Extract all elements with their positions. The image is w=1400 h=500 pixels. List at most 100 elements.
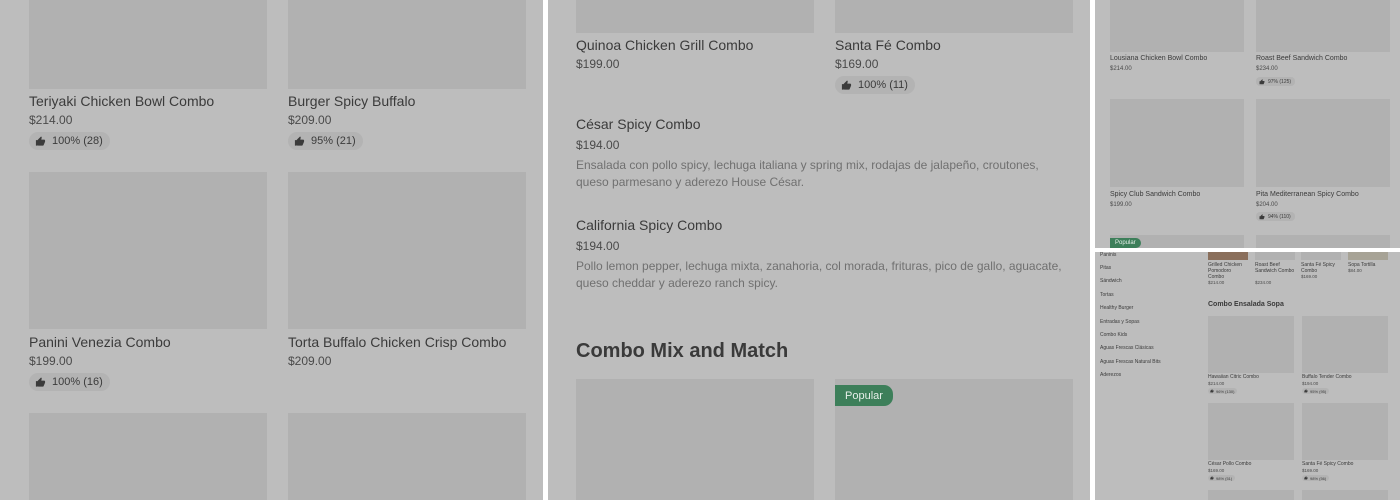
item-image[interactable]: [288, 0, 526, 89]
thumbs-up-icon: [1210, 476, 1214, 480]
item-price: $209.00: [288, 113, 332, 127]
menu-panel-1: Teriyaki Chicken Bowl Combo $214.00 100%…: [0, 0, 543, 500]
rating-badge: 97% (125): [1256, 77, 1296, 86]
item-image[interactable]: [1110, 99, 1244, 187]
item-image[interactable]: [1302, 403, 1388, 460]
item-description: Pollo lemon pepper, lechuga mixta, zanah…: [576, 259, 1062, 290]
item-image[interactable]: [576, 379, 814, 500]
category-link[interactable]: Aderezos: [1100, 372, 1121, 378]
item-name[interactable]: Spicy Club Sandwich Combo: [1110, 191, 1200, 198]
rating-badge: 94% (110): [1256, 212, 1295, 221]
item-image[interactable]: [288, 172, 526, 329]
item-name[interactable]: Lousiana Chicken Bowl Combo: [1110, 55, 1207, 62]
rating-badge: 95% (95): [1302, 388, 1330, 394]
menu-panel-3: Lousiana Chicken Bowl Combo $214.00 Roas…: [1095, 0, 1400, 248]
thumbs-up-icon: [1304, 476, 1308, 480]
item-name[interactable]: Hawaiian Citric Combo: [1208, 374, 1259, 380]
item-name[interactable]: Buffalo Tender Combo: [1302, 374, 1352, 380]
rating-badge: 98% (56): [1302, 475, 1330, 481]
rating-text: 94% (110): [1268, 213, 1291, 220]
thumbs-up-icon: [1259, 214, 1265, 220]
item-name[interactable]: Santa Fé Combo: [835, 37, 941, 53]
item-image[interactable]: [576, 0, 814, 33]
rating-text: 100% (16): [52, 376, 103, 388]
item-name[interactable]: César Pollo Combo: [1208, 461, 1251, 467]
item-image[interactable]: [1256, 0, 1390, 52]
thumbs-up-icon: [1210, 389, 1214, 393]
item-image[interactable]: [1302, 316, 1388, 373]
rating-badge: 100% (16): [29, 373, 110, 391]
menu-panel-2: Quinoa Chicken Grill Combo $199.00 Santa…: [548, 0, 1090, 500]
item-image[interactable]: [1208, 490, 1294, 500]
rating-badge: 100% (11): [835, 76, 915, 94]
thumbs-up-icon: [294, 136, 305, 147]
category-link[interactable]: Aguas Frescas Natural Bits: [1100, 359, 1161, 365]
item-image[interactable]: [835, 0, 1073, 33]
item-price: $204.00: [1256, 202, 1278, 208]
item-price: $234.00: [1255, 280, 1272, 285]
menu-panel-4: Paninis Pitas Sándwich Tortas Healthy Bu…: [1095, 252, 1400, 500]
item-image[interactable]: [1208, 403, 1294, 460]
item-price: $214.00: [1208, 381, 1225, 386]
item-image[interactable]: [1110, 0, 1244, 52]
item-price: $194.00: [1302, 381, 1319, 386]
popular-badge: Popular: [835, 385, 893, 406]
item-image[interactable]: [1255, 252, 1295, 260]
category-link[interactable]: Pitas: [1100, 265, 1111, 271]
item-price: $194.00: [576, 239, 620, 253]
item-name[interactable]: César Spicy Combo: [576, 116, 701, 132]
item-price: $209.00: [288, 354, 332, 368]
rating-text: 95% (21): [311, 135, 356, 147]
thumbs-up-icon: [841, 80, 852, 91]
item-image[interactable]: [29, 413, 267, 500]
item-price: $84.00: [1348, 268, 1362, 273]
thumbs-up-icon: [1259, 79, 1265, 85]
item-price: $199.00: [29, 354, 73, 368]
item-image[interactable]: [1256, 99, 1390, 187]
rating-text: 96% (130): [1216, 388, 1235, 394]
item-image[interactable]: [29, 0, 267, 89]
item-image[interactable]: [1208, 316, 1294, 373]
item-price: $214.00: [1208, 280, 1225, 285]
item-name[interactable]: Grilled Chicken Pomodoro Combo: [1208, 262, 1248, 280]
item-price: $214.00: [29, 113, 73, 127]
item-name[interactable]: Teriyaki Chicken Bowl Combo: [29, 93, 214, 109]
item-image[interactable]: [1301, 252, 1341, 260]
item-name[interactable]: Quinoa Chicken Grill Combo: [576, 37, 753, 53]
rating-text: 97% (125): [1268, 78, 1292, 85]
category-link[interactable]: Aguas Frescas Clásicas: [1100, 345, 1154, 351]
item-name[interactable]: Roast Beef Sandwich Combo: [1255, 262, 1295, 274]
category-link[interactable]: Healthy Burger: [1100, 305, 1133, 311]
category-link[interactable]: Combo Kids: [1100, 332, 1127, 338]
rating-badge: 100% (28): [29, 132, 110, 150]
thumbs-up-icon: [35, 377, 46, 388]
item-price: $169.00: [1302, 468, 1319, 473]
item-image[interactable]: [29, 172, 267, 329]
item-price: $234.00: [1256, 66, 1278, 72]
item-name[interactable]: Burger Spicy Buffalo: [288, 93, 415, 109]
rating-badge: 96% (130): [1208, 388, 1238, 394]
item-name[interactable]: Panini Venezia Combo: [29, 334, 171, 350]
rating-badge: 98% (51): [1208, 475, 1236, 481]
item-price: $199.00: [576, 57, 620, 71]
item-name[interactable]: California Spicy Combo: [576, 217, 722, 233]
rating-badge: 95% (21): [288, 132, 363, 150]
item-image[interactable]: [1256, 235, 1390, 248]
item-image[interactable]: [288, 413, 526, 500]
item-name[interactable]: Roast Beef Sandwich Combo: [1256, 55, 1347, 62]
section-title: Combo Ensalada Sopa: [1208, 301, 1284, 308]
category-link[interactable]: Sándwich: [1100, 278, 1122, 284]
item-price: $214.00: [1110, 66, 1132, 72]
item-name[interactable]: Torta Buffalo Chicken Crisp Combo: [288, 334, 506, 350]
category-link[interactable]: Tortas: [1100, 292, 1114, 298]
category-link[interactable]: Paninis: [1100, 252, 1116, 258]
rating-text: 98% (51): [1216, 475, 1233, 481]
item-name[interactable]: Pita Mediterranean Spicy Combo: [1256, 191, 1359, 198]
item-image[interactable]: [1348, 252, 1388, 260]
item-name[interactable]: Santa Fé Spicy Combo: [1302, 461, 1353, 467]
item-name[interactable]: Santa Fé Spicy Combo: [1301, 262, 1341, 274]
item-image[interactable]: [1208, 252, 1248, 260]
item-image[interactable]: [1302, 490, 1388, 500]
thumbs-up-icon: [35, 136, 46, 147]
category-link[interactable]: Entradas y Sopas: [1100, 319, 1139, 325]
